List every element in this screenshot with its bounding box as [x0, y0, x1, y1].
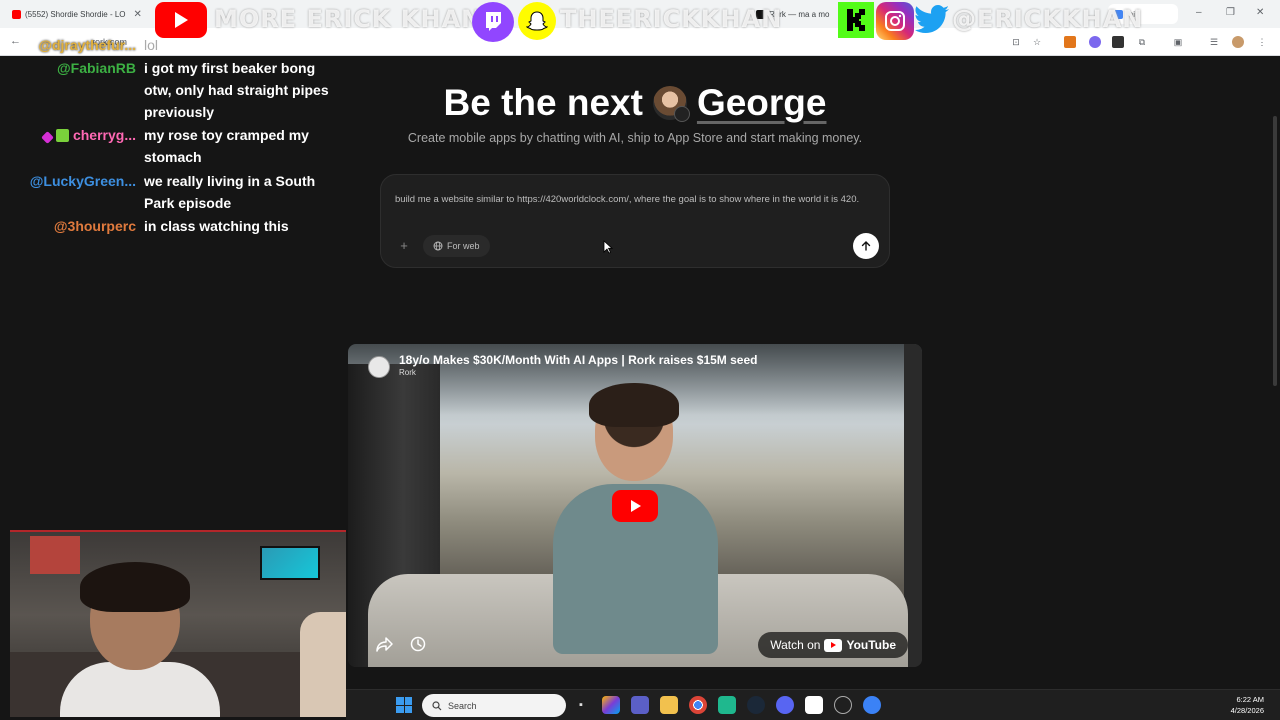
rork-favicon-icon	[756, 9, 765, 19]
for-web-label: For web	[447, 241, 480, 251]
chat-message: we really living in a South Park episode	[144, 173, 316, 211]
chat-message: in class watching this	[144, 218, 289, 234]
video-channel-name[interactable]: Rork	[399, 368, 416, 377]
play-button[interactable]	[612, 490, 658, 522]
page-scrollbar[interactable]	[1273, 116, 1277, 386]
close-tab-icon[interactable]: ✕	[134, 9, 142, 20]
tab-active[interactable]: ini	[1108, 4, 1178, 24]
attach-plus-button[interactable]: +	[393, 235, 415, 257]
gemini-favicon-icon	[1114, 9, 1123, 19]
creator-avatar	[652, 86, 690, 122]
tab-title: Rork — ma a mo	[769, 9, 830, 19]
chat-user-block: cherryg...	[41, 124, 136, 146]
globe-icon	[433, 241, 443, 251]
side-panel-icon[interactable]: ▣	[1172, 36, 1184, 48]
send-button[interactable]	[853, 233, 879, 259]
prompt-input[interactable]: build me a website similar to https://42…	[395, 192, 865, 208]
reading-list-icon[interactable]: ☰	[1208, 36, 1220, 48]
bookmark-star-icon[interactable]: ☆	[1031, 36, 1043, 48]
tab-youtube[interactable]: (5552) Shordie Shordie - LO ✕	[12, 4, 142, 24]
channel-avatar[interactable]	[368, 356, 390, 378]
chat-message: i got my first beaker bong otw, only had…	[144, 60, 329, 120]
chat-username: @FabianRB	[57, 60, 136, 76]
minimize-icon[interactable]: –	[1196, 7, 1202, 18]
extension-icon[interactable]	[1112, 36, 1124, 48]
puzzle-extensions-icon[interactable]: ⧉	[1136, 36, 1148, 48]
for-web-toggle[interactable]: For web	[423, 235, 490, 257]
maximize-icon[interactable]: ❐	[1226, 7, 1235, 18]
hero-title-prefix: Be the next	[443, 82, 643, 123]
youtube-favicon-icon	[12, 9, 21, 19]
chrome-icon[interactable]	[689, 696, 707, 714]
copilot-icon[interactable]	[602, 696, 620, 714]
webcam-background-monitor	[260, 546, 320, 580]
windows-taskbar: Search ▪ 6:22 AM 4/28/2026	[346, 689, 1280, 720]
stream-chat-overlay: @djraythefur... lol @FabianRB i got my f…	[0, 32, 345, 242]
app-icon[interactable]	[863, 696, 881, 714]
close-window-icon[interactable]: ✕	[1256, 7, 1264, 18]
taskbar-search-placeholder: Search	[448, 700, 477, 711]
metamask-extension-icon[interactable]	[1064, 36, 1076, 48]
play-icon	[631, 500, 641, 512]
taskbar-search[interactable]: Search	[422, 694, 566, 717]
share-icon[interactable]	[376, 636, 394, 652]
webcam-background-object	[300, 612, 346, 717]
chat-username: @LuckyGreen...	[29, 173, 136, 189]
tab-rork[interactable]: Rork — ma a mo	[756, 4, 846, 24]
watch-on-youtube-button[interactable]: Watch on YouTube	[758, 632, 908, 658]
app-icon[interactable]	[834, 696, 852, 714]
watch-later-clock-icon[interactable]	[410, 636, 426, 652]
windows-start-icon[interactable]	[396, 697, 412, 713]
chat-username: @3hourperc	[53, 218, 136, 234]
video-title[interactable]: 18y/o Makes $30K/Month With AI Apps | Ro…	[399, 353, 757, 367]
youtube-logo-icon	[824, 638, 843, 652]
file-explorer-icon[interactable]	[660, 696, 678, 714]
chat-message: my rose toy cramped my stomach	[144, 127, 309, 165]
chat-badge-icon	[41, 131, 54, 144]
notepad-icon[interactable]	[805, 696, 823, 714]
taskbar-clock[interactable]: 6:22 AM 4/28/2026	[1231, 694, 1264, 716]
discord-icon[interactable]	[776, 696, 794, 714]
chat-username: @djraythefur...	[38, 37, 136, 53]
chat-message: lol	[144, 37, 159, 53]
chat-badge-icon	[55, 129, 69, 142]
watch-on-label: Watch on	[770, 638, 821, 652]
streamer	[60, 562, 220, 717]
youtube-embed[interactable]: 18y/o Makes $30K/Month With AI Apps | Ro…	[348, 344, 922, 667]
browser-tab-strip: (5552) Shordie Shordie - LO ✕ Rork — ma …	[0, 0, 1280, 28]
install-app-icon[interactable]: ⊡	[1010, 36, 1022, 48]
tab-title: ini	[1127, 9, 1136, 19]
steam-icon[interactable]	[747, 696, 765, 714]
mouse-cursor-icon	[603, 240, 613, 254]
prompt-composer[interactable]: build me a website similar to https://42…	[380, 174, 890, 268]
menu-kebab-icon[interactable]: ⋮	[1256, 36, 1268, 48]
hero-title-name[interactable]: George	[697, 82, 827, 124]
teams-icon[interactable]	[631, 696, 649, 714]
search-icon	[432, 700, 442, 710]
extension-icon[interactable]	[1089, 36, 1101, 48]
tab-title: (5552) Shordie Shordie - LO	[25, 9, 126, 19]
clock-time: 6:22 AM	[1236, 695, 1264, 704]
clock-date: 4/28/2026	[1230, 706, 1264, 715]
arrow-up-icon	[861, 241, 871, 251]
task-view-icon[interactable]: ▪	[572, 696, 590, 714]
youtube-wordmark: YouTube	[846, 638, 896, 652]
app-icon[interactable]	[718, 696, 736, 714]
webcam-overlay	[10, 530, 346, 717]
chat-username: cherryg...	[72, 127, 136, 143]
profile-avatar-icon[interactable]	[1232, 36, 1244, 48]
